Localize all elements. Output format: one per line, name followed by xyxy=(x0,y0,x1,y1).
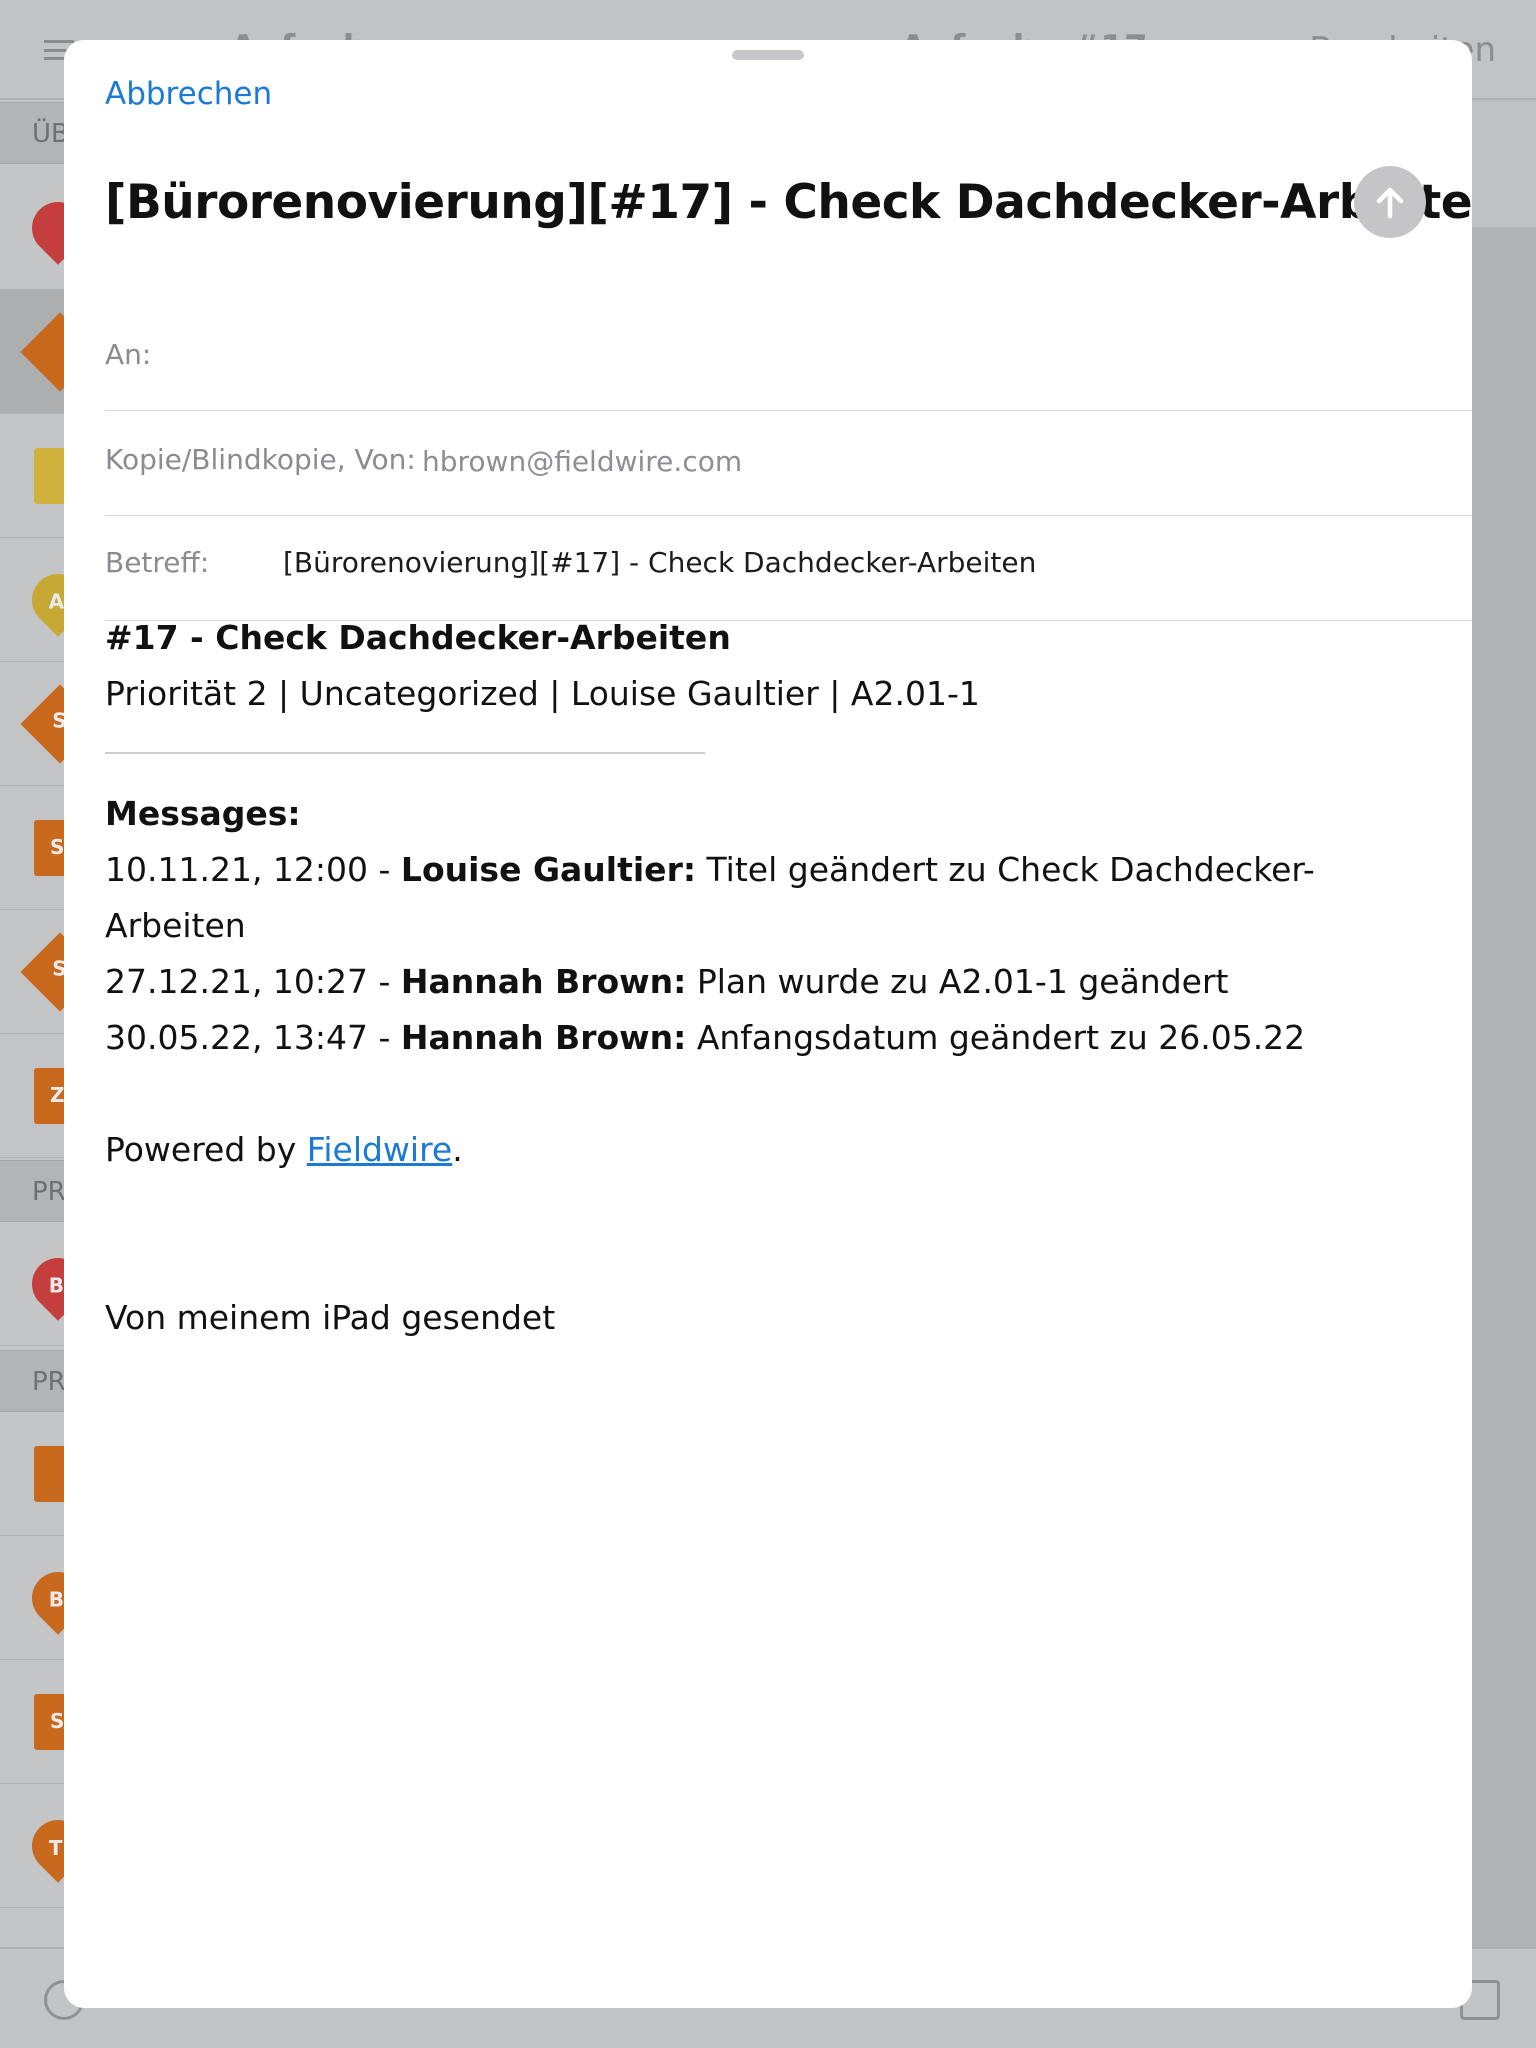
to-field[interactable]: An: xyxy=(105,306,1472,411)
to-label: An: xyxy=(105,338,152,371)
from-address[interactable]: hbrown@fieldwire.com xyxy=(422,445,742,478)
task-meta: Priorität 2 | Uncategorized | Louise Gau… xyxy=(105,674,980,713)
cancel-button[interactable]: Abbrechen xyxy=(105,76,272,112)
message-line: 27.12.21, 10:27 - Hannah Brown: Plan wur… xyxy=(105,962,1229,1001)
subject-field[interactable]: Betreff: [Bürorenovierung][#17] - Check … xyxy=(105,516,1472,621)
signature: Von meinem iPad gesendet xyxy=(105,1298,556,1337)
message-line: 30.05.22, 13:47 - Hannah Brown: Anfangsd… xyxy=(105,1018,1306,1057)
send-button[interactable] xyxy=(1354,166,1426,238)
cc-bcc-from-label: Kopie/Blindkopie, Von: xyxy=(105,443,416,476)
powered-by: Powered by Fieldwire. xyxy=(105,1130,463,1169)
message-author: Louise Gaultier: xyxy=(400,850,697,889)
cc-bcc-from-field[interactable]: Kopie/Blindkopie, Von: hbrown@fieldwire.… xyxy=(105,411,1472,516)
body-divider xyxy=(105,752,705,754)
compose-title: [Bürorenovierung][#17] - Check Dachdecke… xyxy=(105,175,1472,230)
fieldwire-link[interactable]: Fieldwire xyxy=(307,1130,452,1169)
sheet-grabber[interactable] xyxy=(732,50,804,60)
arrow-up-icon xyxy=(1376,187,1404,219)
subject-label: Betreff: xyxy=(105,546,210,579)
task-heading: #17 - Check Dachdecker-Arbeiten xyxy=(105,618,731,657)
messages-heading: Messages: xyxy=(105,794,301,833)
message-author: Hannah Brown: xyxy=(400,1018,687,1057)
subject-input[interactable]: [Bürorenovierung][#17] - Check Dachdecke… xyxy=(283,546,1036,579)
message-author: Hannah Brown: xyxy=(400,962,687,1001)
mail-compose-sheet: Abbrechen [Bürorenovierung][#17] - Check… xyxy=(64,40,1472,2008)
mail-body[interactable]: #17 - Check Dachdecker-Arbeiten Prioritä… xyxy=(105,610,1435,1346)
detail-body-edge xyxy=(1472,227,1536,1947)
message-line: 10.11.21, 12:00 - Louise Gaultier: Titel… xyxy=(105,850,1315,945)
